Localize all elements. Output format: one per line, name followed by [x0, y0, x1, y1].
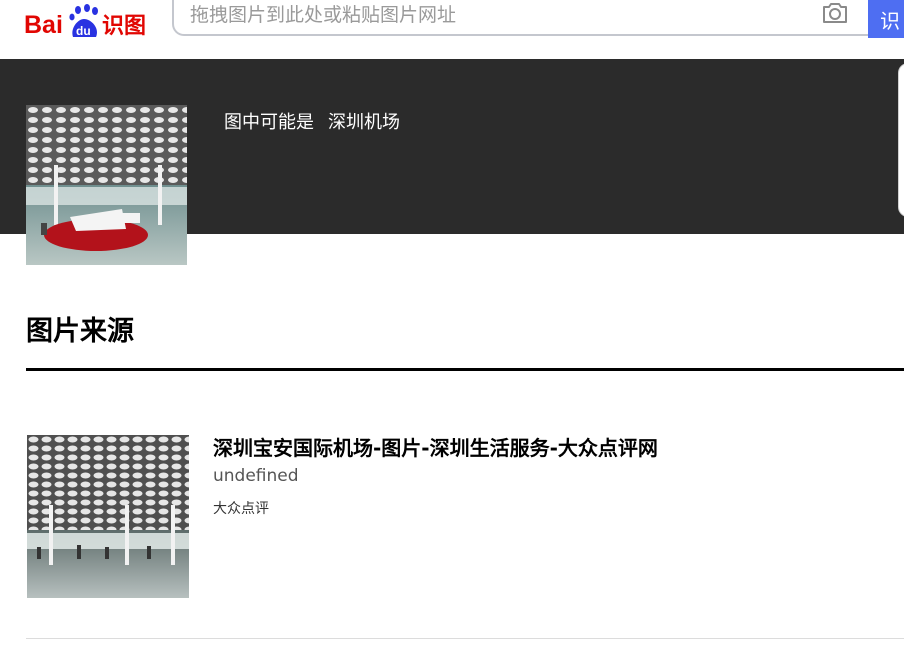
header-bar: Bai du 识图 识	[0, 0, 904, 59]
result-image-thumbnail[interactable]	[27, 435, 189, 598]
recognition-result: 图中可能是 深圳机场	[224, 108, 400, 134]
search-button[interactable]: 识	[868, 0, 904, 38]
result-description: undefined	[213, 466, 299, 486]
baidu-shitu-logo[interactable]: Bai du 识图	[24, 2, 150, 42]
side-panel-edge[interactable]	[898, 63, 904, 217]
logo-text-shitu: 识图	[102, 14, 146, 39]
recognition-prefix: 图中可能是	[224, 112, 314, 133]
logo-text-bai: Bai	[24, 11, 63, 39]
section-title-image-sources: 图片来源	[26, 316, 134, 347]
baidu-paw-logo-icon: du	[69, 4, 98, 38]
result-title-link[interactable]: 深圳宝安国际机场-图片-深圳生活服务-大众点评网	[213, 432, 658, 461]
camera-icon[interactable]	[821, 0, 849, 26]
result-source-site: 大众点评	[213, 501, 269, 517]
section-divider	[26, 368, 904, 371]
search-box	[172, 0, 870, 36]
search-input[interactable]	[190, 0, 790, 30]
recognition-guess-link[interactable]: 深圳机场	[328, 112, 400, 133]
result-divider	[26, 638, 904, 639]
query-image-thumbnail	[26, 105, 187, 265]
logo-text-du: du	[76, 24, 91, 38]
